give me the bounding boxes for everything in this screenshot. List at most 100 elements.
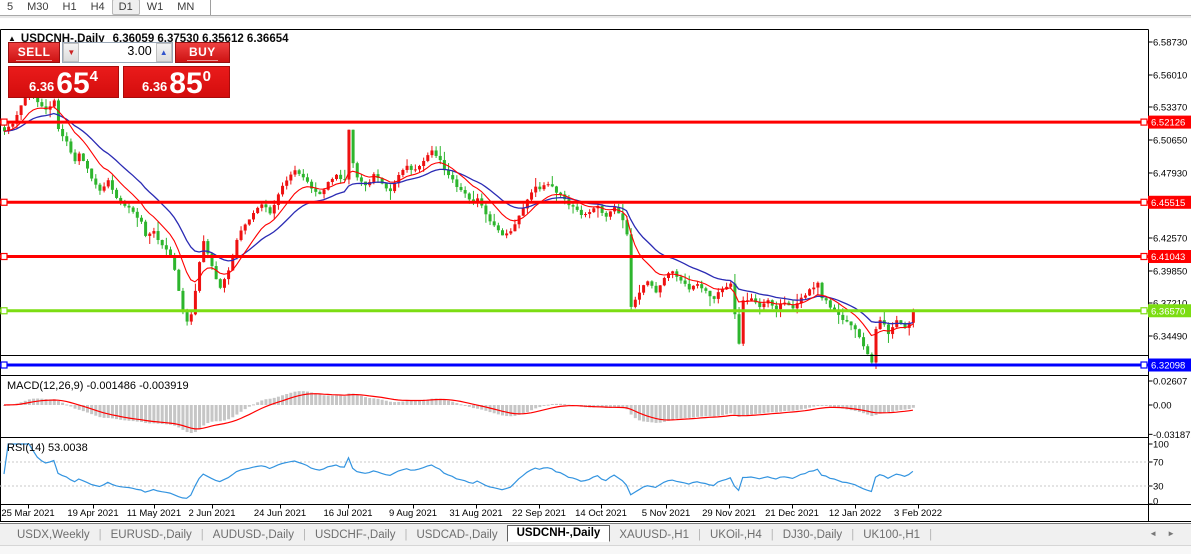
buy-button-label: BUY [187,45,218,61]
chart-tab-usdchf-daily[interactable]: USDCHF-,Daily [306,528,405,542]
chart-tab-usdcnh-daily[interactable]: USDCNH-,Daily [507,525,611,542]
macd-label: MACD(12,26,9) -0.001486 -0.003919 [7,380,189,392]
rsi-axis: 100 70 30 0 [1149,440,1169,508]
date-axis-label: 24 Jun 2021 [254,508,306,519]
timeframe-button-D1[interactable]: D1 [112,0,140,15]
price-badge-label: 6.36570 [1151,306,1185,317]
buy-price-prefix: 6.36 [142,79,167,94]
volume-decrease-button[interactable]: ▼ [63,43,79,62]
timeframe-button-H4[interactable]: H4 [84,0,112,15]
timeframe-button-W1[interactable]: W1 [140,0,171,15]
buy-button[interactable]: BUY [175,42,230,63]
price-badge-label: 6.41043 [1151,252,1185,263]
tab-separator: | [929,529,932,541]
line-handle[interactable] [1141,308,1147,314]
rsi-axis-label: 30 [1153,482,1164,493]
price-axis-label: 6.50650 [1153,135,1187,146]
toolbar-separator [210,0,212,15]
timeframe-button-H1[interactable]: H1 [56,0,84,15]
date-axis-label: 2 Jun 2021 [188,508,235,519]
timeframe-button-5[interactable]: 5 [0,0,20,15]
timeframe-button-MN[interactable]: MN [170,0,201,15]
date-axis-label: 31 Aug 2021 [449,508,502,519]
macd-axis: 0.026070.00-0.031872 [1149,377,1191,441]
price-axis-label: 6.58730 [1153,38,1187,49]
macd-values: -0.001486 -0.003919 [86,380,188,392]
rsi-name: RSI(14) [7,442,45,454]
price-badge-label: 6.32098 [1151,361,1185,372]
rsi-axis-label: 100 [1153,440,1169,451]
timeframe-button-M30[interactable]: M30 [20,0,55,15]
date-axis-label: 14 Oct 2021 [575,508,627,519]
line-handle[interactable] [1,199,7,205]
volume-input[interactable]: 3.00 [79,43,155,62]
chart-tab-audusd-daily[interactable]: AUDUSD-,Daily [204,528,303,542]
chart-tab-usdx-weekly[interactable]: USDX,Weekly [8,528,99,542]
buy-price-big: 85 [169,70,202,97]
chart-tab-dj30-daily[interactable]: DJ30-,Daily [774,528,851,542]
sell-price-sup: 4 [90,68,98,85]
one-click-trade-panel: SELL ▼ 3.00 ▲ BUY 6.36 65 4 6.36 85 0 [8,42,230,98]
rsi-value: 53.0038 [48,442,88,454]
date-axis-label: 25 Mar 2021 [1,508,54,519]
chart-tab-ukoil-h4[interactable]: UKOil-,H4 [701,528,771,542]
macd-name: MACD(12,26,9) [7,380,83,392]
price-badge-label: 6.52126 [1151,118,1185,129]
sell-price-display[interactable]: 6.36 65 4 [8,66,119,98]
date-axis-label: 22 Sep 2021 [512,508,566,519]
price-axis-label: 6.39850 [1153,266,1187,277]
line-handle[interactable] [1141,254,1147,260]
line-handle[interactable] [1141,362,1147,368]
macd-histogram [3,391,915,433]
price-axis-label: 6.34490 [1153,331,1187,342]
tab-scroll-arrows: ◄► [1149,529,1185,538]
chart-tab-uk100-h1[interactable]: UK100-,H1 [854,528,929,542]
chart-tab-xauusd-h1[interactable]: XAUUSD-,H1 [610,528,698,542]
date-axis-label: 16 Jul 2021 [323,508,372,519]
date-axis-label: 9 Aug 2021 [389,508,437,519]
date-axis-label: 5 Nov 2021 [642,508,691,519]
volume-spinner: ▼ 3.00 ▲ [62,42,172,63]
rsi-label: RSI(14) 53.0038 [7,442,88,454]
price-axis: 6.58730 6.56010 6.53370 6.50650 6.47930 6.425… [1149,38,1188,343]
candlestick-series [3,85,915,369]
volume-increase-button[interactable]: ▲ [156,43,172,62]
triangle-up-icon: ▲ [160,48,168,57]
tab-scroll-right-icon[interactable]: ► [1167,529,1185,538]
rsi-levels [0,462,1149,486]
sell-button-label: SELL [16,45,53,61]
horizontal-line-6.32098[interactable]: 6.32098 [0,359,1191,372]
timeframe-toolbar: 5M30H1H4D1W1MN [0,0,1191,14]
tab-scroll-left-icon[interactable]: ◄ [1149,529,1167,538]
date-axis-label: 29 Nov 2021 [702,508,756,519]
price-badge-label: 6.45515 [1151,198,1185,209]
horizontal-line-6.52126[interactable]: 6.52126 [0,116,1191,129]
triangle-down-icon: ▼ [67,48,75,57]
price-axis-label: 6.53370 [1153,103,1187,114]
buy-price-sup: 0 [203,68,211,85]
rsi-line [4,444,913,498]
sell-price-prefix: 6.36 [29,79,54,94]
line-handle[interactable] [1141,199,1147,205]
date-axis-label: 19 Apr 2021 [67,508,118,519]
chart-tab-bar: USDX,Weekly|EURUSD-,Daily|AUDUSD-,Daily|… [0,523,1191,545]
date-axis-label: 21 Dec 2021 [765,508,819,519]
buy-price-display[interactable]: 6.36 85 0 [123,66,230,98]
rsi-axis-label: 0 [1153,497,1158,508]
sell-button[interactable]: SELL [8,42,60,63]
line-handle[interactable] [1,362,7,368]
chart-tab-eurusd-daily[interactable]: EURUSD-,Daily [102,528,201,542]
line-handle[interactable] [1141,119,1147,125]
line-handle[interactable] [1,119,7,125]
date-axis-label: 3 Feb 2022 [894,508,942,519]
line-handle[interactable] [1,308,7,314]
rsi-axis-label: 70 [1153,458,1164,469]
price-axis-label: 6.42570 [1153,233,1187,244]
macd-axis-label: 0.00 [1153,401,1172,412]
toolbar-divider [0,15,1191,19]
line-handle[interactable] [1,254,7,260]
horizontal-line-6.36570[interactable]: 6.36570 [0,304,1191,317]
price-axis-label: 6.56010 [1153,70,1187,81]
chart-tab-usdcad-daily[interactable]: USDCAD-,Daily [407,528,506,542]
price-axis-label: 6.47930 [1153,168,1187,179]
